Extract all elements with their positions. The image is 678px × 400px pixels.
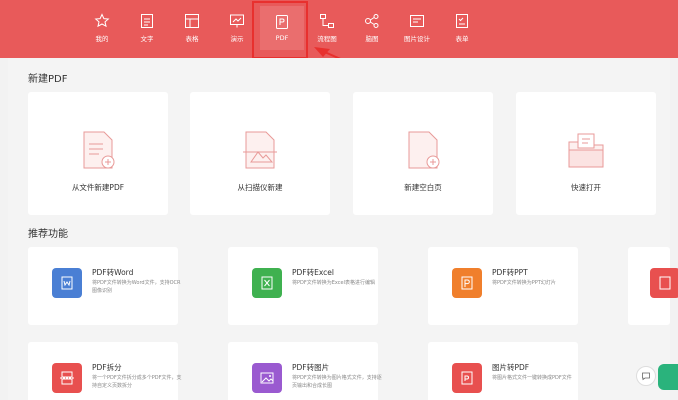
card-label: 从文件新建PDF <box>71 183 125 192</box>
feature-title: 图片转PDF <box>492 363 530 372</box>
feature-title: PDF转PPT <box>492 268 528 277</box>
quick-open-card[interactable]: 快速打开 <box>516 92 656 215</box>
feature-pdf-to-ppt[interactable]: PDF转PPT 将PDF文件转换为PPT幻灯片 <box>428 247 578 325</box>
nav-item-spreadsheet[interactable]: 表格 <box>170 6 214 50</box>
card-label: 快速打开 <box>571 183 601 192</box>
form-icon <box>456 14 468 28</box>
chat-icon <box>642 372 650 381</box>
feature-pdf-to-word[interactable]: PDF转Word 将PDF文件转换为Word文件，支持OCR图像识别 <box>28 247 181 325</box>
side-float-tab[interactable] <box>658 364 678 390</box>
scanner-icon <box>243 131 277 169</box>
file-add-icon <box>83 131 115 169</box>
feature-icon-bg <box>52 268 82 298</box>
feature-desc: 将PDF文件转换为图片格式文件，支持逐页输出和合成长图 <box>292 375 382 389</box>
nav-item-writer[interactable]: 文字 <box>125 6 169 50</box>
feature-title: PDF转Excel <box>292 268 334 277</box>
image-design-icon <box>410 15 424 27</box>
feature-title: PDF转Word <box>92 268 134 277</box>
table-icon <box>185 14 199 28</box>
feature-pdf-split[interactable]: PDF拆分 将一个PDF文件拆分成多个PDF文件，支持自定义页数拆分 <box>28 342 181 400</box>
feature-icon-bg <box>252 363 282 393</box>
new-from-scanner-card[interactable]: 从扫描仪新建 <box>190 92 330 215</box>
word-icon <box>61 276 73 290</box>
feature-icon-bg <box>650 268 678 298</box>
feature-desc: 将PDF文件转换为PPT幻灯片 <box>492 280 556 286</box>
nav-label: 演示 <box>230 35 244 43</box>
card-label: 从扫描仪新建 <box>237 183 283 192</box>
folder-pdf-icon <box>568 133 604 168</box>
main-panel: 新建PDF 从文件新建PDF 从扫描仪新建 新建空白页 快速打开 推荐功能 PD… <box>8 58 678 400</box>
feature-desc: 将一个PDF文件拆分成多个PDF文件，支持自定义页数拆分 <box>92 375 182 389</box>
new-from-file-card[interactable]: 从文件新建PDF <box>28 92 168 215</box>
nav-label: 表格 <box>185 35 199 43</box>
new-blank-page-card[interactable]: 新建空白页 <box>353 92 493 215</box>
mindmap-icon <box>365 14 379 28</box>
feature-icon-bg <box>52 363 82 393</box>
blank-page-add-icon <box>408 131 440 169</box>
feature-image-to-pdf[interactable]: 图片转PDF 将图片格式文件一键转换成PDF文件 <box>428 342 578 400</box>
feature-icon-bg <box>252 268 282 298</box>
feature-title: PDF转图片 <box>292 363 330 372</box>
excel-icon <box>261 276 273 290</box>
star-icon <box>94 13 110 28</box>
feature-partial-card[interactable] <box>628 247 678 325</box>
nav-item-form[interactable]: 表单 <box>440 6 484 50</box>
chat-button[interactable] <box>636 366 656 386</box>
image-to-pdf-icon <box>461 371 473 385</box>
feature-icon-bg <box>452 268 482 298</box>
card-label: 新建空白页 <box>404 183 442 192</box>
pdf-icon <box>659 276 671 290</box>
image-icon <box>260 372 274 384</box>
recommended-title: 推荐功能 <box>28 229 68 240</box>
nav-label: 表单 <box>455 35 469 43</box>
feature-desc: 将图片格式文件一键转换成PDF文件 <box>492 375 572 381</box>
feature-pdf-to-excel[interactable]: PDF转Excel 将PDF文件转换为Excel表格进行编辑 <box>228 247 378 325</box>
flowchart-icon <box>320 14 334 28</box>
ppt-icon <box>461 276 473 290</box>
feature-icon-bg <box>452 363 482 393</box>
presentation-icon <box>230 14 244 28</box>
feature-title: PDF拆分 <box>92 363 122 372</box>
feature-desc: 将PDF文件转换为Excel表格进行编辑 <box>292 280 375 286</box>
split-icon <box>60 371 74 385</box>
document-icon <box>141 14 153 28</box>
new-pdf-title: 新建PDF <box>28 74 68 85</box>
nav-label: 文字 <box>140 35 154 43</box>
feature-desc: 将PDF文件转换为Word文件，支持OCR图像识别 <box>92 280 181 294</box>
feature-pdf-to-image[interactable]: PDF转图片 将PDF文件转换为图片格式文件，支持逐页输出和合成长图 <box>228 342 382 400</box>
nav-label: 我的 <box>95 35 109 43</box>
nav-item-mine[interactable]: 我的 <box>80 6 124 50</box>
